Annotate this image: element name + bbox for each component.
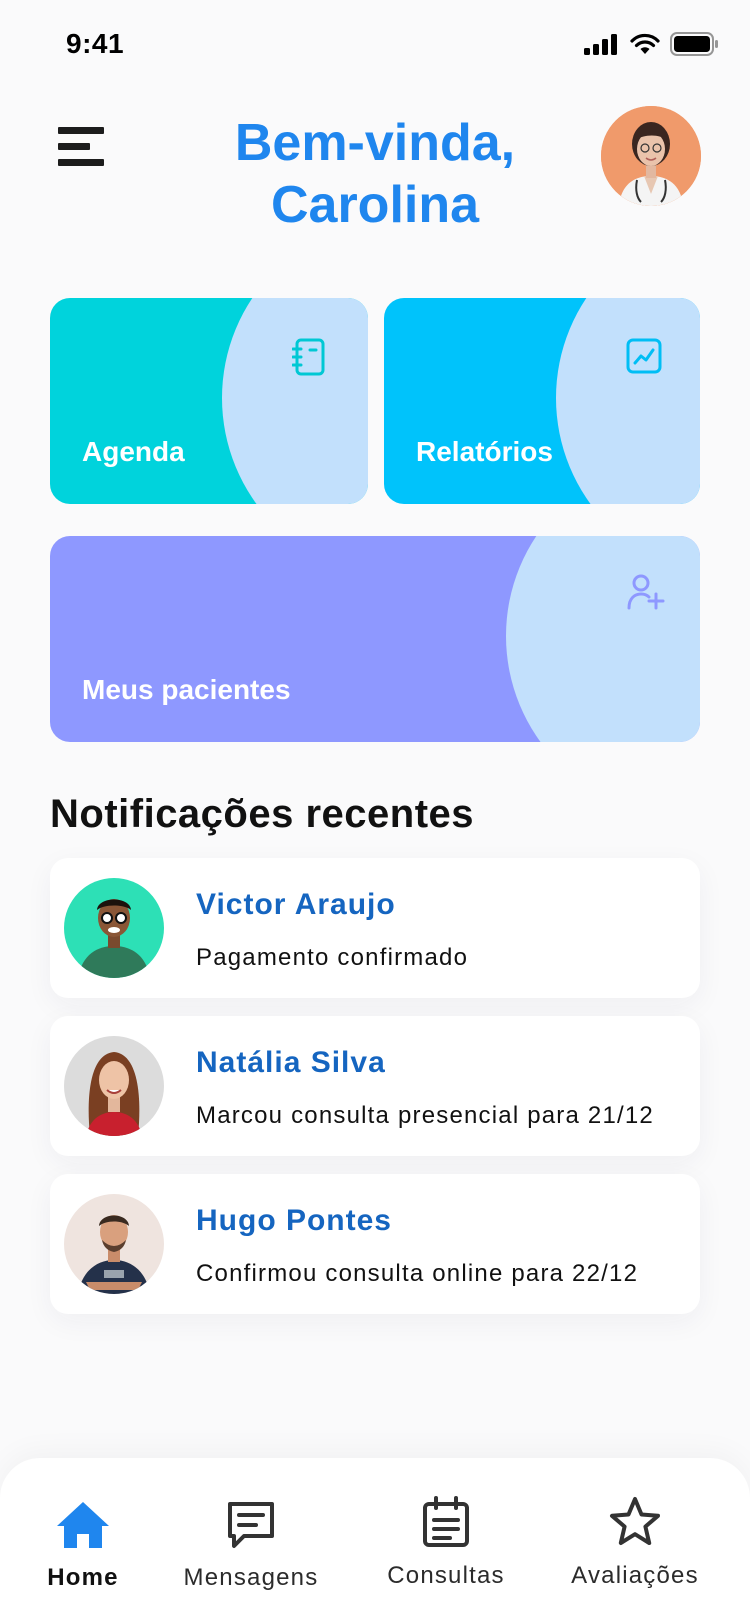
nav-consultas[interactable]: Consultas — [361, 1458, 531, 1624]
nav-avaliacoes-label: Avaliações — [571, 1562, 699, 1589]
meus-pacientes-card[interactable]: Meus pacientes — [50, 536, 700, 742]
notification-message: Pagamento confirmado — [196, 944, 469, 971]
notification-item[interactable]: Victor Araujo Pagamento confirmado — [50, 858, 700, 998]
nav-consultas-label: Consultas — [387, 1562, 505, 1589]
victor-avatar — [64, 878, 164, 978]
nav-mensagens[interactable]: Mensagens — [166, 1458, 336, 1624]
notification-name: Hugo Pontes — [196, 1204, 392, 1237]
hugo-avatar — [64, 1194, 164, 1294]
chart-icon — [626, 338, 662, 374]
notification-name: Natália Silva — [196, 1046, 386, 1079]
notification-name: Victor Araujo — [196, 888, 396, 921]
signal-icon — [584, 34, 617, 55]
status-time: 9:41 — [66, 28, 125, 59]
notifications-title: Notificações recentes — [50, 792, 475, 836]
natalia-avatar — [64, 1036, 164, 1136]
message-icon — [228, 1502, 274, 1548]
notification-item[interactable]: Hugo Pontes Confirmou consulta online pa… — [50, 1174, 700, 1314]
nav-home-label: Home — [47, 1564, 119, 1591]
nav-avaliacoes[interactable]: Avaliações — [550, 1458, 720, 1624]
doctor-photo — [601, 106, 701, 206]
status-icons — [584, 32, 718, 56]
menu-icon[interactable] — [58, 127, 106, 167]
bottom-nav: Home Mensagens Consultas Avaliações — [0, 1458, 750, 1624]
nav-mensagens-label: Mensagens — [183, 1564, 319, 1591]
add-user-icon — [627, 574, 665, 610]
nav-home[interactable]: Home — [0, 1458, 168, 1624]
meus-pacientes-card-label: Meus pacientes — [82, 674, 291, 705]
agenda-card-label: Agenda — [82, 436, 185, 467]
home-icon — [57, 1502, 109, 1548]
agenda-card[interactable]: Agenda — [50, 298, 368, 504]
calendar-icon — [423, 1496, 469, 1547]
greeting-user-name: Carolina — [270, 176, 480, 234]
greeting-line-1: Bem-vinda, — [234, 114, 516, 172]
notification-item[interactable]: Natália Silva Marcou consulta presencial… — [50, 1016, 700, 1156]
notification-message: Confirmou consulta online para 22/12 — [196, 1260, 639, 1287]
star-icon — [610, 1497, 660, 1545]
greeting: Bem-vinda, Carolina — [170, 112, 580, 236]
notebook-icon — [292, 338, 325, 376]
relatorios-card-label: Relatórios — [416, 436, 553, 467]
wifi-icon — [630, 33, 660, 54]
battery-icon — [670, 32, 718, 56]
profile-avatar[interactable] — [601, 106, 701, 206]
notification-message: Marcou consulta presencial para 21/12 — [196, 1102, 654, 1129]
relatorios-card[interactable]: Relatórios — [384, 298, 700, 504]
